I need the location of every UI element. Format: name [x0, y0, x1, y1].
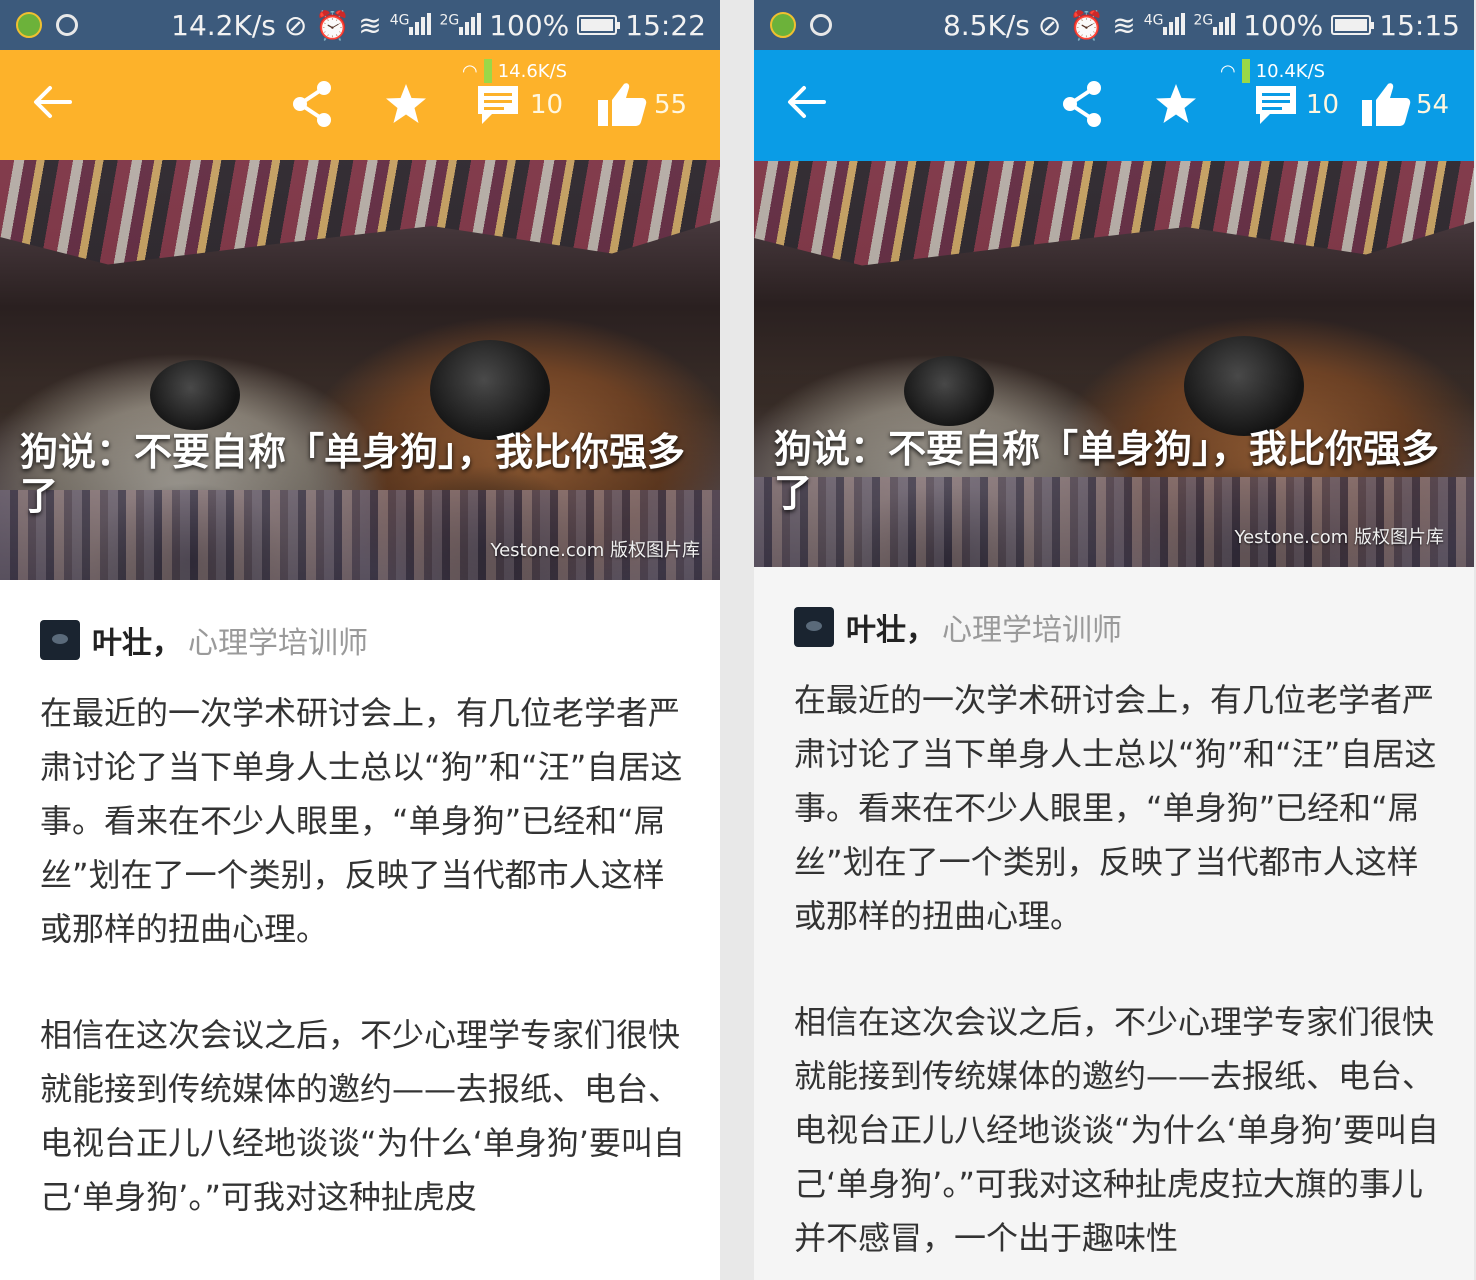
comment-icon[interactable]	[474, 84, 522, 128]
author-name[interactable]: 叶壮，	[846, 605, 936, 649]
overlay-net-speed: ◠ 10.4K/S	[1220, 58, 1325, 84]
battery-percent: 100%	[489, 8, 570, 42]
comment-count: 10	[530, 90, 564, 120]
speed-bar	[1241, 59, 1250, 83]
hero-image: 狗说：不要自称「单身狗」，我比你强多了 Yestone.com 版权图片库	[754, 161, 1474, 567]
article-body: 叶壮， 心理学培训师 在最近的一次学术研讨会上，有几位老学者严肃讨论了当下单身人…	[40, 620, 690, 1224]
image-credit: Yestone.com 版权图片库	[1234, 527, 1445, 548]
status-bar: 14.2K/s ⊘ ⏰ ≋ 4G 2G 100% 15:22	[0, 0, 720, 50]
battery-icon	[1331, 15, 1375, 35]
signal-2g-icon: 2G	[439, 9, 482, 42]
paragraph: 在最近的一次学术研讨会上，有几位老学者严肃讨论了当下单身人士总以“狗”和“汪”自…	[40, 694, 683, 948]
clock: 15:22	[625, 8, 706, 42]
author-title: 心理学培训师	[942, 613, 1122, 648]
blanket-pattern	[754, 161, 1474, 266]
signal-2g-icon: 2G	[1193, 9, 1236, 42]
overlay-speed-value: 10.4K/S	[1255, 60, 1326, 82]
signal-4g-icon: 4G	[390, 9, 432, 42]
signal-4g-icon: 4G	[1144, 9, 1186, 42]
wifi-icon: ◠	[462, 60, 478, 82]
author-line: 叶壮， 心理学培训师	[794, 605, 1444, 649]
paragraph: 相信在这次会议之后，不少心理学专家们很快就能接到传统媒体的邀约——去报纸、电台、…	[794, 1003, 1439, 1257]
phone-screen-right: 8.5K/s ⊘ ⏰ ≋ 4G 2G 100% 15:15 ◠ 10.4K/S …	[754, 0, 1474, 1280]
back-arrow-icon[interactable]	[784, 80, 828, 124]
overlay-speed-value: 14.6K/S	[497, 60, 568, 82]
thumbs-up-icon[interactable]	[596, 80, 648, 128]
like-count: 55	[654, 90, 688, 120]
avatar[interactable]	[40, 620, 80, 660]
app-notification-icon	[16, 12, 42, 38]
overlay-net-speed: ◠ 14.6K/S	[462, 58, 567, 84]
wifi-icon: ≋	[1112, 8, 1136, 42]
author-name[interactable]: 叶壮，	[92, 618, 182, 662]
mute-icon: ⊘	[283, 8, 308, 42]
network-speed: 8.5K/s	[942, 8, 1030, 42]
author-title: 心理学培训师	[188, 626, 368, 661]
clock: 15:15	[1379, 8, 1460, 42]
hero-image: 狗说：不要自称「单身狗」，我比你强多了 Yestone.com 版权图片库	[0, 160, 720, 580]
favorite-star-icon[interactable]	[384, 82, 428, 126]
avatar[interactable]	[794, 607, 834, 647]
paragraph: 在最近的一次学术研讨会上，有几位老学者严肃讨论了当下单身人士总以“狗”和“汪”自…	[794, 681, 1437, 935]
back-arrow-icon[interactable]	[30, 80, 74, 124]
comment-count: 10	[1306, 90, 1340, 120]
battery-percent: 100%	[1243, 8, 1324, 42]
image-credit: Yestone.com 版权图片库	[490, 540, 701, 561]
phone-screen-left: 14.2K/s ⊘ ⏰ ≋ 4G 2G 100% 15:22 ◠ 14.6K/S…	[0, 0, 720, 1280]
article-title: 狗说：不要自称「单身狗」，我比你强多了	[774, 427, 1440, 515]
share-icon[interactable]	[290, 80, 334, 128]
blanket-pattern	[0, 160, 720, 265]
app-notification-icon	[770, 12, 796, 38]
mute-icon: ⊘	[1037, 8, 1062, 42]
article-toolbar: ◠ 14.6K/S 10 55	[0, 50, 720, 160]
article-toolbar: ◠ 10.4K/S 10 54	[754, 50, 1474, 161]
speed-bar	[483, 59, 492, 83]
battery-icon	[577, 15, 621, 35]
sync-notification-icon	[56, 14, 78, 36]
author-line: 叶壮， 心理学培训师	[40, 618, 690, 662]
article-body: 叶壮， 心理学培训师 在最近的一次学术研讨会上，有几位老学者严肃讨论了当下单身人…	[794, 607, 1444, 1265]
network-speed: 14.2K/s	[171, 8, 276, 42]
comment-icon[interactable]	[1252, 84, 1300, 128]
thumbs-up-icon[interactable]	[1360, 80, 1412, 128]
paragraph: 相信在这次会议之后，不少心理学专家们很快就能接到传统媒体的邀约——去报纸、电台、…	[40, 1016, 685, 1216]
wifi-icon: ◠	[1220, 60, 1236, 82]
favorite-star-icon[interactable]	[1154, 82, 1198, 126]
share-icon[interactable]	[1060, 80, 1104, 128]
wifi-icon: ≋	[358, 8, 382, 42]
alarm-icon: ⏰	[315, 8, 351, 42]
article-title: 狗说：不要自称「单身狗」，我比你强多了	[20, 430, 686, 518]
sync-notification-icon	[810, 14, 832, 36]
status-bar: 8.5K/s ⊘ ⏰ ≋ 4G 2G 100% 15:15	[754, 0, 1474, 50]
alarm-icon: ⏰	[1069, 8, 1105, 42]
like-count: 54	[1416, 90, 1450, 120]
